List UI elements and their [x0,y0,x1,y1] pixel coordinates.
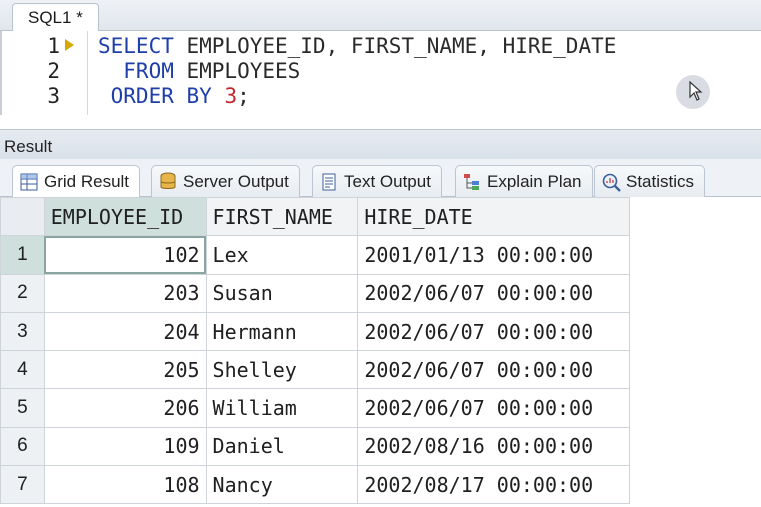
line-number: 2 [47,59,60,83]
code-text: ORDER BY 3; [98,84,250,109]
cell-first-name[interactable]: Susan [205,273,359,313]
cell-hire-date[interactable]: 2002/06/07 00:00:00 [357,273,630,313]
cell-hire-date[interactable]: 2002/06/07 00:00:00 [357,350,630,390]
column-header-employee-id[interactable]: EMPLOYEE_ID [43,196,207,237]
cell-employee-id[interactable]: 205 [43,350,207,390]
column-header-first-name[interactable]: FIRST_NAME [205,196,359,237]
tab-label: Explain Plan [487,171,582,191]
cell-employee-id[interactable]: 102 [43,235,207,275]
line-number: 3 [47,84,60,108]
cell-employee-id[interactable]: 109 [43,426,207,467]
code-line[interactable]: 1 SELECT EMPLOYEE_ID, FIRST_NAME, HIRE_DA… [2,34,761,59]
sql-keyword: ORDER BY [98,84,212,108]
table-row[interactable]: 7 108 Nancy 2002/08/17 00:00:00 [0,465,630,505]
grid-header-row: EMPLOYEE_ID FIRST_NAME HIRE_DATE [0,196,630,237]
cell-employee-id[interactable]: 206 [43,388,207,428]
table-row[interactable]: 4 205 Shelley 2002/06/07 00:00:00 [0,350,630,390]
cell-first-name[interactable]: Daniel [205,426,359,467]
tab-label: Server Output [183,171,289,191]
cell-first-name[interactable]: Lex [205,235,359,275]
table-row[interactable]: 1 102 Lex 2001/01/13 00:00:00 [0,235,630,275]
cell-employee-id[interactable]: 108 [43,465,207,505]
code-text: SELECT EMPLOYEE_ID, FIRST_NAME, HIRE_DAT… [98,34,616,59]
tree-icon [462,172,482,192]
row-number-cell[interactable]: 6 [0,426,45,467]
tab-server-output[interactable]: Server Output [151,165,300,197]
column-header-hire-date[interactable]: HIRE_DATE [357,196,630,237]
cell-first-name[interactable]: William [205,388,359,428]
editor-tab-sql1[interactable]: SQL1 * [12,3,99,32]
tab-label: Statistics [626,171,695,191]
row-number-cell[interactable]: 2 [0,273,45,313]
row-number-cell[interactable]: 7 [0,465,45,505]
row-number-cell[interactable]: 4 [0,350,45,390]
table-row[interactable]: 5 206 William 2002/06/07 00:00:00 [0,388,630,428]
cell-first-name[interactable]: Shelley [205,350,359,390]
result-grid[interactable]: EMPLOYEE_ID FIRST_NAME HIRE_DATE 1 102 Lex… [0,196,630,505]
code-line[interactable]: 3 ORDER BY 3; [2,84,761,109]
result-panel-title: Result [4,137,53,156]
document-icon [319,172,339,192]
tab-label: Text Output [344,171,431,191]
sql-identifier [212,84,225,108]
cell-hire-date[interactable]: 2002/06/07 00:00:00 [357,388,630,428]
mouse-cursor-icon [676,75,710,109]
panel-separator [0,115,761,129]
cell-first-name[interactable]: Nancy [205,465,359,505]
code-text: FROM EMPLOYEES [98,59,300,84]
cell-hire-date[interactable]: 2002/08/16 00:00:00 [357,426,630,467]
editor-tab-strip: SQL1 * [0,0,761,32]
magnifier-icon [601,172,621,192]
code-line[interactable]: 2 FROM EMPLOYEES [2,59,761,84]
sql-number: 3 [224,84,238,108]
tab-statistics[interactable]: Statistics [594,165,706,197]
cell-first-name[interactable]: Hermann [205,311,359,352]
cell-hire-date[interactable]: 2002/08/17 00:00:00 [357,465,630,505]
row-number-cell[interactable]: 1 [0,235,45,275]
grid-icon [19,172,39,192]
cell-hire-date[interactable]: 2002/06/07 00:00:00 [357,311,630,352]
database-icon [158,172,178,192]
row-number-cell[interactable]: 3 [0,311,45,352]
sql-identifier: EMPLOYEE_ID, FIRST_NAME, HIRE_DATE [173,34,617,58]
cell-employee-id[interactable]: 204 [43,311,207,352]
sql-identifier: ; [237,84,250,108]
table-row[interactable]: 2 203 Susan 2002/06/07 00:00:00 [0,273,630,313]
table-row[interactable]: 3 204 Hermann 2002/06/07 00:00:00 [0,311,630,352]
sql-editor[interactable]: 1 SELECT EMPLOYEE_ID, FIRST_NAME, HIRE_DA… [0,31,761,115]
tab-label: Grid Result [44,172,130,191]
tab-explain-plan[interactable]: Explain Plan [455,165,593,197]
grid-corner-cell[interactable] [0,196,45,237]
cell-hire-date[interactable]: 2001/01/13 00:00:00 [357,235,630,275]
sql-keyword: FROM [98,59,174,83]
sql-keyword: SELECT [98,34,174,58]
tab-text-output[interactable]: Text Output [312,165,442,197]
cell-employee-id[interactable]: 203 [43,273,207,313]
table-row[interactable]: 6 109 Daniel 2002/08/16 00:00:00 [0,426,630,467]
sql-identifier: EMPLOYEES [173,59,301,83]
line-number: 1 [47,34,60,58]
tab-grid-result[interactable]: Grid Result [12,165,141,198]
result-tab-bar: Grid Result Server Output Text Output Expla… [0,159,761,198]
row-number-cell[interactable]: 5 [0,388,45,428]
result-panel-header: Result [0,129,761,159]
grid-empty-area [630,197,761,507]
execute-marker-icon [65,39,74,51]
